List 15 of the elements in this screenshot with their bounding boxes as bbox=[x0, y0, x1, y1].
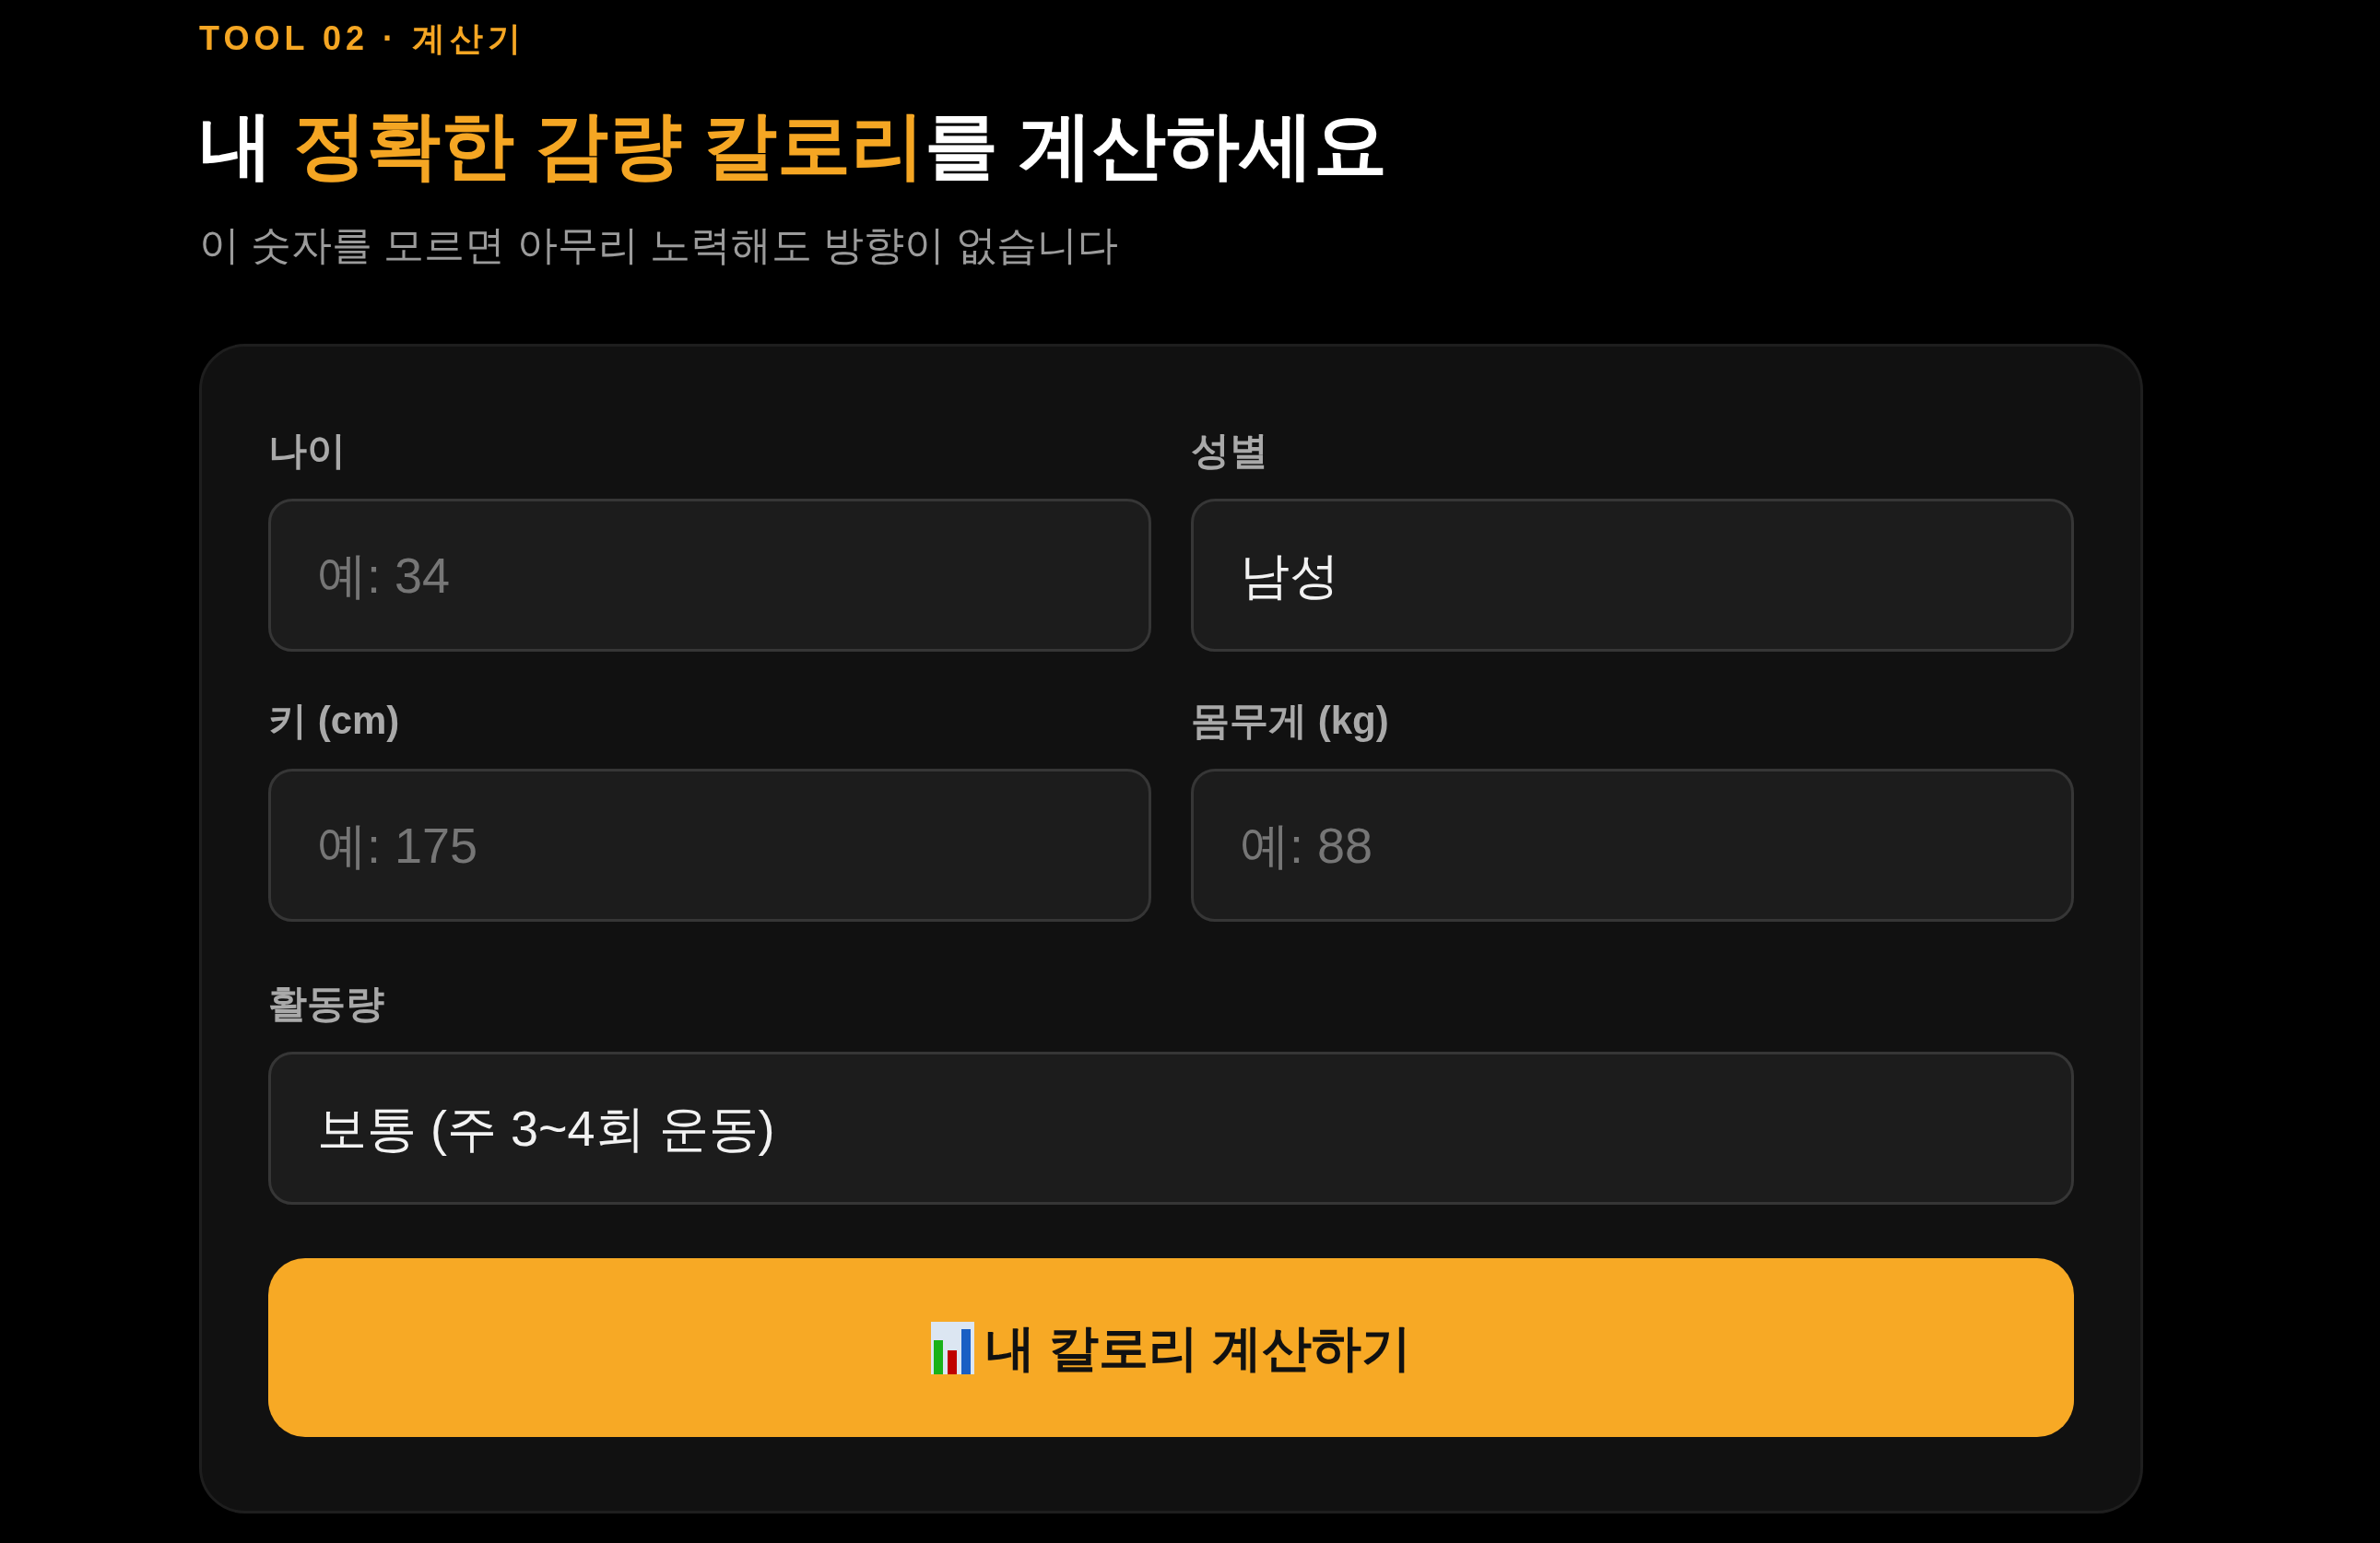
select-field[interactable]: 보통 (주 3~4회 운동) bbox=[268, 1052, 2074, 1205]
bar-chart-icon bbox=[931, 1321, 974, 1374]
input-field[interactable]: 예: 34 bbox=[268, 499, 1151, 652]
select-field[interactable]: 남성 bbox=[1191, 499, 2074, 652]
field-label: 성별 bbox=[1191, 428, 1268, 474]
field-label: 나이 bbox=[268, 428, 346, 474]
field-label: 활동량 bbox=[268, 981, 384, 1027]
field-label: 키 (cm) bbox=[268, 698, 400, 744]
page-title: 내 정확한 감량 칼로리를 계산하세요 bbox=[199, 103, 1387, 188]
page-subtitle: 이 숫자를 모르면 아무리 노력해도 방향이 없습니다 bbox=[199, 221, 1119, 269]
field-label: 몸무게 (kg) bbox=[1191, 698, 1389, 744]
calculate-button[interactable]: 내 칼로리 계산하기 bbox=[268, 1258, 2074, 1437]
input-field[interactable]: 예: 88 bbox=[1191, 769, 2074, 922]
input-field[interactable]: 예: 175 bbox=[268, 769, 1151, 922]
eyebrow-label: TOOL 02 · 계산기 bbox=[199, 18, 526, 59]
